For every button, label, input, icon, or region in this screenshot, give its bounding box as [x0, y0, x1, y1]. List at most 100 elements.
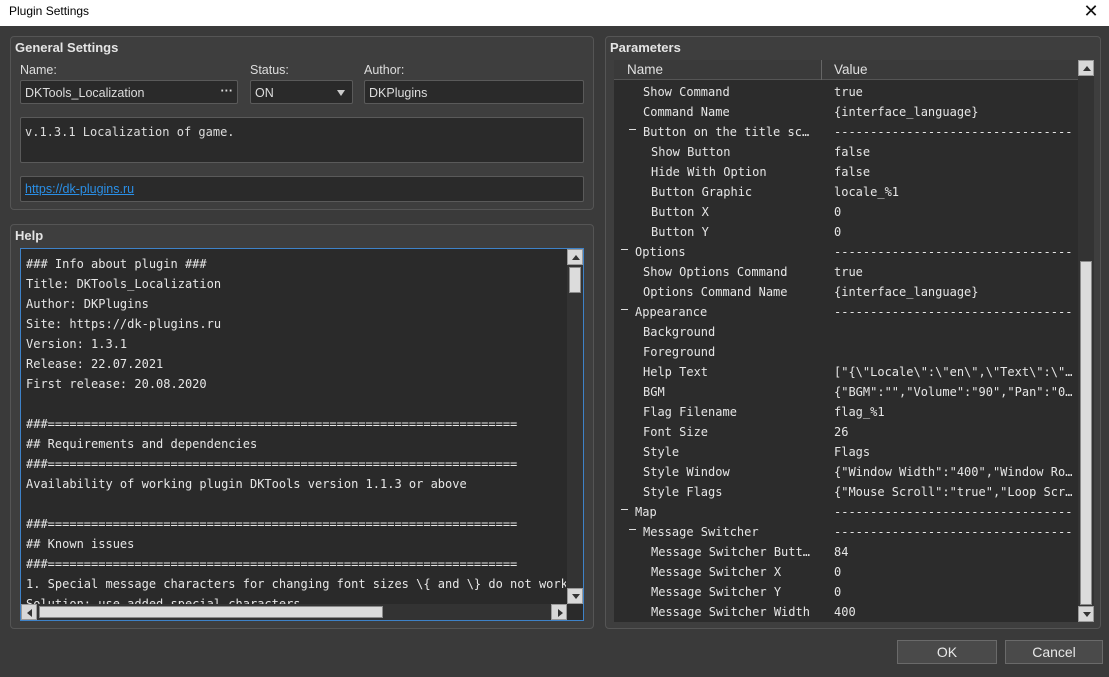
- param-scroll-thumb[interactable]: [1080, 261, 1092, 605]
- close-icon[interactable]: ✕: [1081, 1, 1101, 21]
- help-textarea[interactable]: ### Info about plugin ### Title: DKTools…: [20, 248, 584, 621]
- param-row[interactable]: Button Y 0: [614, 222, 1078, 242]
- param-name: Font Size: [643, 425, 709, 439]
- col-value-header[interactable]: Value: [834, 62, 868, 77]
- param-row[interactable]: Help Text ["{\"Locale\":\"en\",\"Text\":\…: [614, 362, 1078, 382]
- param-row[interactable]: Hide With Option false: [614, 162, 1078, 182]
- collapse-icon[interactable]: [621, 309, 628, 310]
- param-value: 400: [834, 605, 856, 619]
- param-name: Style Flags: [643, 485, 723, 499]
- param-scroll-up-button[interactable]: [1078, 60, 1094, 76]
- window-title: Plugin Settings: [9, 4, 90, 18]
- arrow-left-icon: [27, 609, 32, 617]
- param-name: Message Switcher: [643, 525, 759, 539]
- param-value: 0: [834, 205, 842, 219]
- parameters-title: Parameters: [610, 40, 681, 55]
- param-row[interactable]: Foreground: [614, 342, 1078, 362]
- param-row[interactable]: BGM {"BGM":"","Volume":"90","Pan":"0…: [614, 382, 1078, 402]
- param-name: Message Switcher Y: [651, 585, 782, 599]
- param-row[interactable]: Style Flags: [614, 442, 1078, 462]
- help-horizontal-scrollbar[interactable]: [21, 604, 567, 620]
- param-value: 84: [834, 545, 849, 559]
- help-text: ### Info about plugin ### Title: DKTools…: [26, 257, 566, 604]
- param-name: Command Name: [643, 105, 730, 119]
- param-name: Options Command Name: [643, 285, 788, 299]
- url-link[interactable]: https://dk-plugins.ru: [25, 182, 134, 196]
- scroll-thumb[interactable]: [569, 267, 581, 293]
- param-name: Show Options Command: [643, 265, 788, 279]
- param-value: Flags: [834, 445, 871, 459]
- scroll-right-button[interactable]: [551, 604, 567, 620]
- hscroll-thumb[interactable]: [39, 606, 383, 618]
- parameters-table[interactable]: Name Value Show Command true Command Name {…: [614, 60, 1078, 622]
- param-row[interactable]: Background: [614, 322, 1078, 342]
- param-row[interactable]: Message Switcher X 0: [614, 562, 1078, 582]
- param-row[interactable]: Map ---------------------------------: [614, 502, 1078, 522]
- param-value: ---------------------------------: [834, 525, 1073, 539]
- param-value: {"Window Width":"400","Window Ro…: [834, 465, 1073, 479]
- param-row[interactable]: Style Window {"Window Width":"400","Windo…: [614, 462, 1078, 482]
- param-row[interactable]: Flag Filename flag_%1: [614, 402, 1078, 422]
- description-value: v.1.3.1 Localization of game.: [25, 125, 235, 139]
- param-name: Background: [643, 325, 716, 339]
- param-row[interactable]: Message Switcher Button 84: [614, 542, 1078, 562]
- status-label: Status:: [250, 63, 289, 77]
- param-value: ---------------------------------: [834, 505, 1073, 519]
- status-select[interactable]: ON: [250, 80, 353, 104]
- param-row[interactable]: Appearance ------------------------------…: [614, 302, 1078, 322]
- ok-button[interactable]: OK: [897, 640, 997, 664]
- help-vertical-scrollbar[interactable]: [567, 249, 583, 604]
- arrow-right-icon: [558, 609, 563, 617]
- scroll-down-button[interactable]: [567, 588, 583, 604]
- param-row[interactable]: Options Command Name {interface_language}: [614, 282, 1078, 302]
- param-name: Button Y: [651, 225, 709, 239]
- param-row[interactable]: Show Button false: [614, 142, 1078, 162]
- param-name: Show Button: [651, 145, 731, 159]
- status-value: ON: [255, 86, 274, 100]
- param-row[interactable]: Button X 0: [614, 202, 1078, 222]
- collapse-icon[interactable]: [629, 529, 636, 530]
- column-divider[interactable]: [821, 60, 822, 80]
- param-row[interactable]: Options ---------------------------------: [614, 242, 1078, 262]
- scroll-up-button[interactable]: [567, 249, 583, 265]
- param-name: Foreground: [643, 345, 716, 359]
- param-value: 0: [834, 585, 842, 599]
- param-value: false: [834, 165, 871, 179]
- param-value: {interface_language}: [834, 105, 979, 119]
- param-value: ["{\"Locale\":\"en\",\"Text\":\"…: [834, 365, 1073, 379]
- name-field[interactable]: DKTools_Localization ···: [20, 80, 238, 104]
- url-field[interactable]: https://dk-plugins.ru: [20, 176, 584, 202]
- param-row[interactable]: Button on the title scr… ----------------…: [614, 122, 1078, 142]
- collapse-icon[interactable]: [621, 509, 628, 510]
- collapse-icon[interactable]: [621, 249, 628, 250]
- arrow-up-icon: [1083, 66, 1091, 71]
- param-value: ---------------------------------: [834, 305, 1073, 319]
- param-row[interactable]: Message Switcher Y 0: [614, 582, 1078, 602]
- parameters-vertical-scrollbar[interactable]: [1078, 60, 1094, 622]
- param-scroll-down-button[interactable]: [1078, 606, 1094, 622]
- param-value: ---------------------------------: [834, 245, 1073, 259]
- param-row[interactable]: Message Switcher Width 400: [614, 602, 1078, 622]
- param-value: {"BGM":"","Volume":"90","Pan":"0…: [834, 385, 1073, 399]
- param-row[interactable]: Font Size 26: [614, 422, 1078, 442]
- author-field[interactable]: DKPlugins: [364, 80, 584, 104]
- param-row[interactable]: Button Graphic locale_%1: [614, 182, 1078, 202]
- scroll-left-button[interactable]: [21, 604, 37, 620]
- param-value: 0: [834, 565, 842, 579]
- param-name: BGM: [643, 385, 665, 399]
- param-name: Options: [635, 245, 686, 259]
- param-row[interactable]: Show Command true: [614, 82, 1078, 102]
- param-row[interactable]: Show Options Command true: [614, 262, 1078, 282]
- col-name-header[interactable]: Name: [627, 62, 663, 77]
- param-row[interactable]: Style Flags {"Mouse Scroll":"true","Loop …: [614, 482, 1078, 502]
- param-name: Help Text: [643, 365, 709, 379]
- collapse-icon[interactable]: [629, 129, 636, 130]
- cancel-button[interactable]: Cancel: [1005, 640, 1103, 664]
- param-row[interactable]: Command Name {interface_language}: [614, 102, 1078, 122]
- description-field[interactable]: v.1.3.1 Localization of game.: [20, 117, 584, 163]
- arrow-up-icon: [572, 255, 580, 260]
- param-row[interactable]: Message Switcher ------------------------…: [614, 522, 1078, 542]
- param-name: Style: [643, 445, 680, 459]
- general-settings-title: General Settings: [15, 40, 119, 55]
- browse-button[interactable]: ···: [221, 84, 234, 98]
